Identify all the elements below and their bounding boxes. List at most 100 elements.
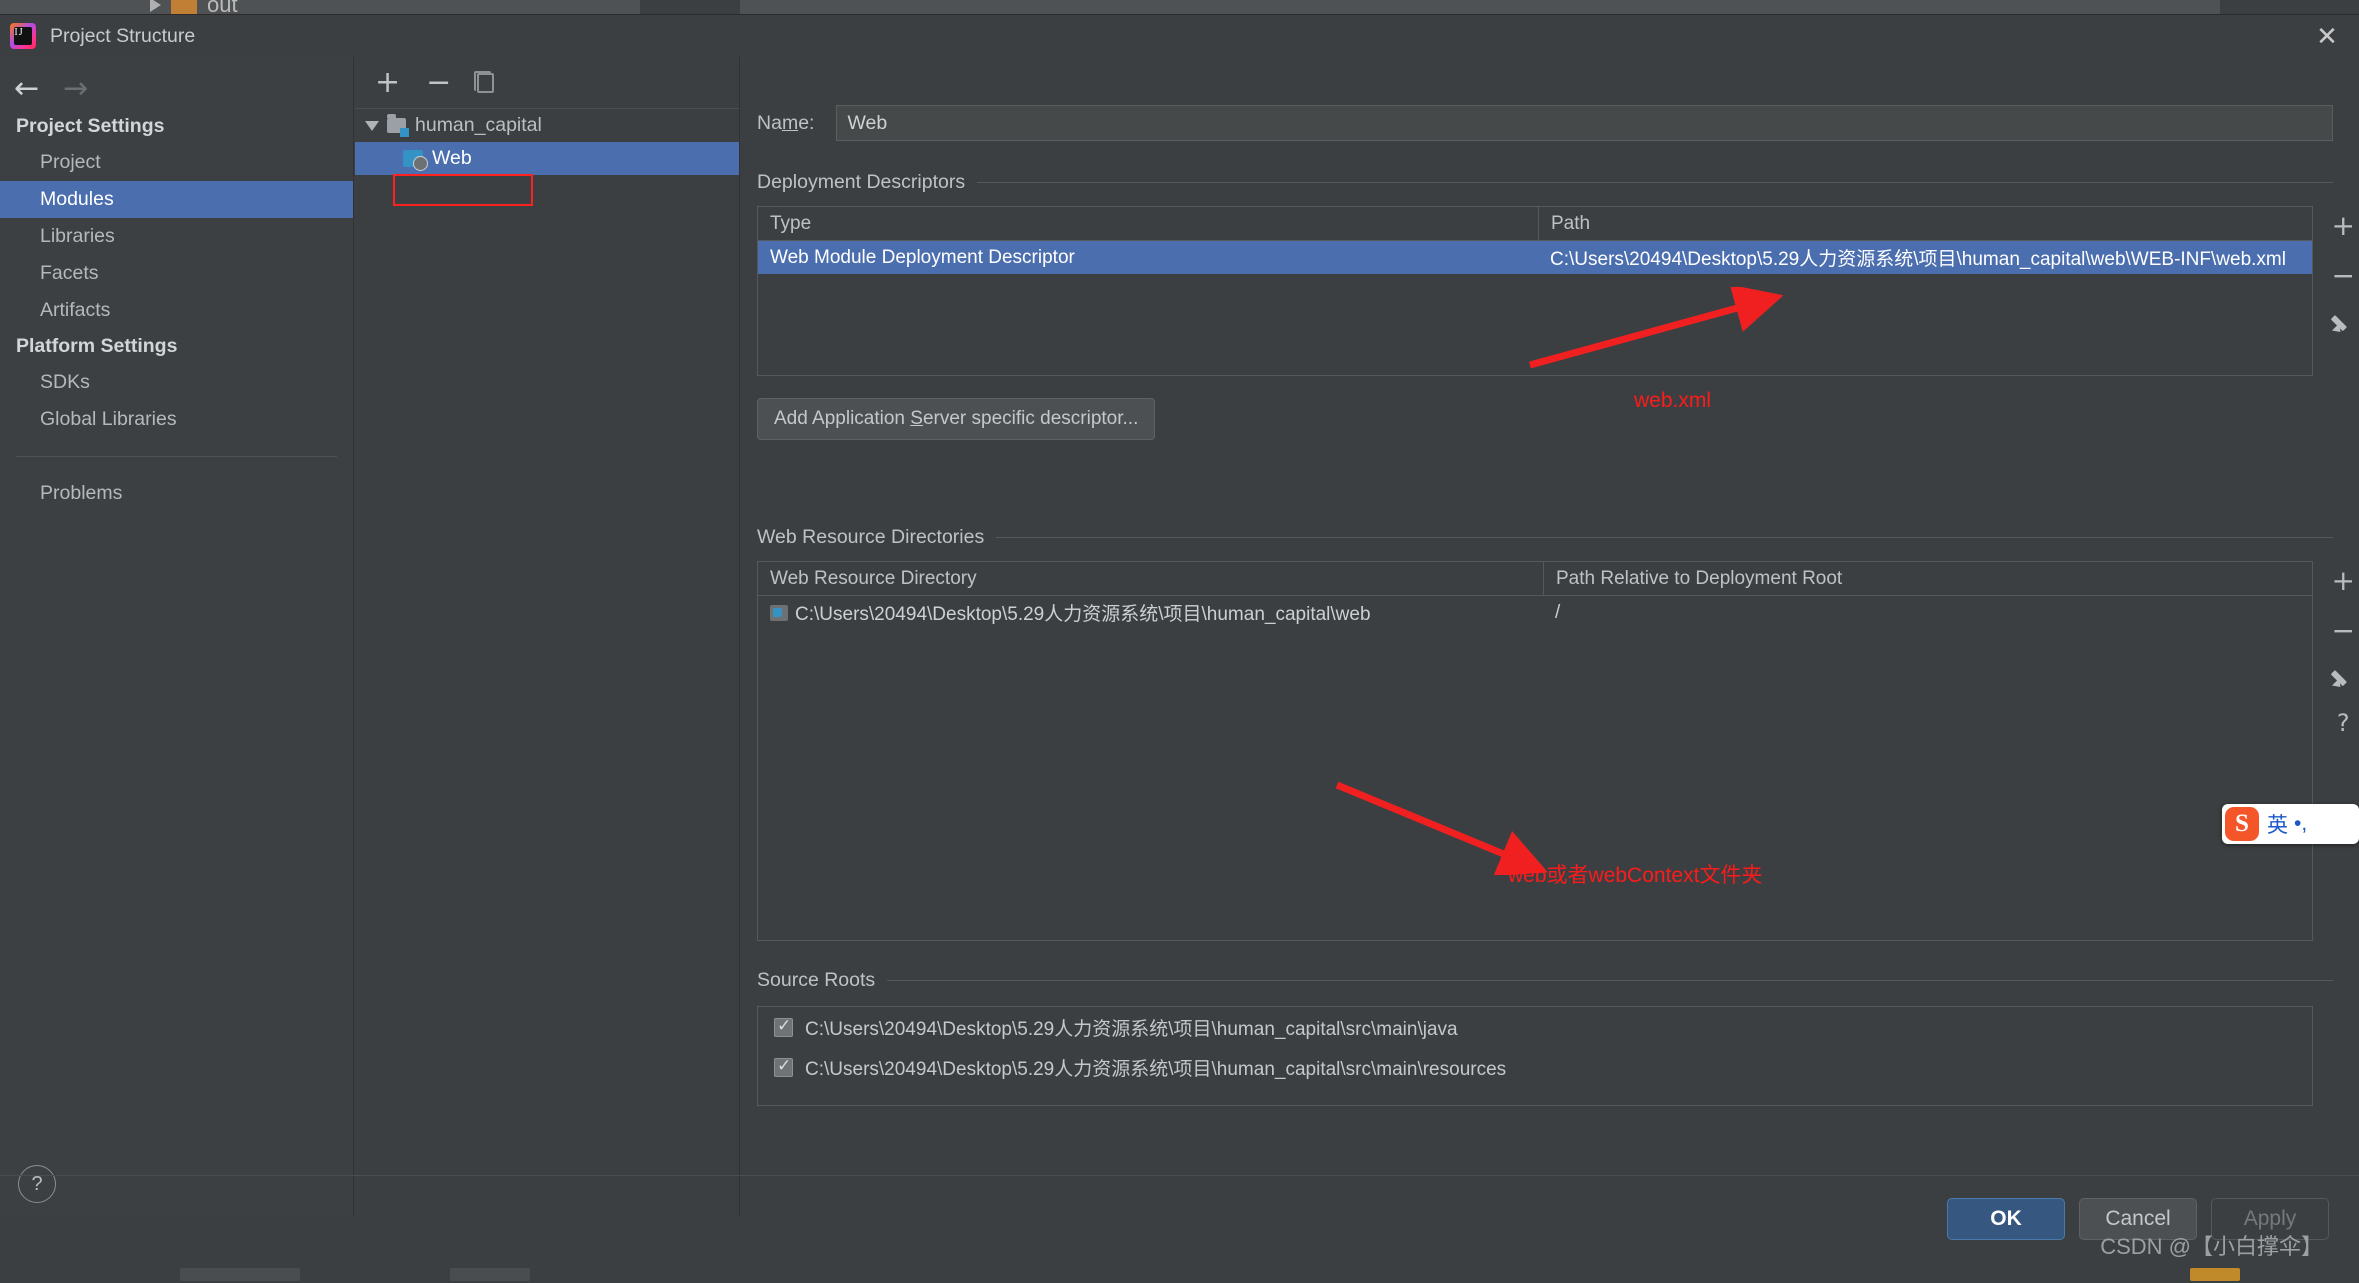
deployment-descriptors-section: Deployment Descriptors Type Path Web Mod… <box>757 171 2359 440</box>
collapse-triangle-icon[interactable] <box>365 120 379 131</box>
cell-directory-text: C:\Users\20494\Desktop\5.29人力资源系统\项目\hum… <box>795 604 1371 625</box>
tree-node-label: Web <box>432 147 472 169</box>
tree-node-web[interactable]: Web <box>355 142 739 175</box>
cell-relative-path: / <box>1555 601 1561 623</box>
copy-icon <box>474 70 495 93</box>
column-header-path[interactable]: Path <box>1538 207 2312 240</box>
source-roots-list: C:\Users\20494\Desktop\5.29人力资源系统\项目\hum… <box>757 1006 2313 1106</box>
ide-status-chip-highlight <box>2190 1268 2240 1281</box>
forward-arrow-icon[interactable]: → <box>63 74 88 104</box>
add-app-server-descriptor-button[interactable]: Add Application Server specific descript… <box>757 398 1156 440</box>
annotation-label-webcontext: web或者webContext文件夹 <box>1508 864 1763 887</box>
ide-background-bottom <box>0 1265 2359 1283</box>
sogou-input-mode[interactable]: 英 <box>2267 809 2288 839</box>
sidebar-item-artifacts[interactable]: Artifacts <box>0 292 353 329</box>
deployment-descriptors-side-controls: + − <box>2332 212 2355 334</box>
section-divider <box>977 182 2333 183</box>
section-title: Deployment Descriptors <box>757 171 966 193</box>
module-settings-panel: Name: Deployment Descriptors Type Path <box>741 57 2359 1217</box>
source-roots-title-row: Source Roots <box>757 969 2359 992</box>
help-question-icon[interactable]: ? <box>2337 711 2350 735</box>
intellij-logo-icon: IJ <box>10 23 36 49</box>
sidebar-item-libraries[interactable]: Libraries <box>0 218 353 255</box>
ok-button[interactable]: OK <box>1947 1198 2065 1240</box>
sidebar-item-problems[interactable]: Problems <box>0 475 353 512</box>
add-module-button[interactable]: + <box>375 67 400 98</box>
table-row[interactable]: Web Module Deployment Descriptor C:\User… <box>758 241 2312 274</box>
dialog-body: ← → Project Settings Project Modules Lib… <box>0 57 2359 1217</box>
sogou-logo-icon: S <box>2225 807 2259 841</box>
edit-pencil-icon[interactable] <box>2332 312 2354 334</box>
module-tree-panel: + − human_capital Web <box>355 57 740 1217</box>
module-tree-toolbar: + − <box>355 57 739 109</box>
dialog-title: Project Structure <box>50 24 196 47</box>
ide-status-chip <box>180 1268 300 1281</box>
table-row[interactable]: C:\Users\20494\Desktop\5.29人力资源系统\项目\hum… <box>758 596 2312 629</box>
deployment-descriptors-title-row: Deployment Descriptors <box>757 171 2359 194</box>
sogou-ime-widget[interactable]: S 英 •, <box>2222 804 2359 844</box>
column-header-path-relative[interactable]: Path Relative to Deployment Root <box>1543 562 2312 595</box>
name-row: Name: <box>741 57 2359 141</box>
annotation-label-webxml: web.xml <box>1634 389 1712 412</box>
source-root-path: C:\Users\20494\Desktop\5.29人力资源系统\项目\hum… <box>805 1058 1507 1080</box>
watermark-text: CSDN @【小白撑伞】 <box>2100 1234 2323 1259</box>
screen-root: out IJ Project Structure ✕ ← → Project S… <box>0 0 2359 1283</box>
copy-module-button[interactable] <box>474 70 495 93</box>
table-header-row: Type Path <box>758 207 2312 241</box>
sidebar-item-sdks[interactable]: SDKs <box>0 364 353 401</box>
deployment-descriptors-table: Type Path Web Module Deployment Descript… <box>757 206 2313 376</box>
expand-triangle-icon[interactable] <box>150 0 161 12</box>
close-icon[interactable]: ✕ <box>2313 23 2341 51</box>
tree-node-human-capital[interactable]: human_capital <box>355 109 739 142</box>
tree-node-label: human_capital <box>415 114 542 136</box>
remove-descriptor-button[interactable]: − <box>2332 262 2355 290</box>
section-divider <box>996 537 2333 538</box>
module-icon <box>387 114 409 137</box>
sidebar-item-facets[interactable]: Facets <box>0 255 353 292</box>
cell-path: C:\Users\20494\Desktop\5.29人力资源系统\项目\hum… <box>1550 249 2286 270</box>
directory-icon <box>770 604 788 621</box>
sidebar-item-modules[interactable]: Modules <box>0 181 353 218</box>
project-structure-dialog: IJ Project Structure ✕ ← → Project Setti… <box>0 14 2359 1265</box>
settings-sidebar: ← → Project Settings Project Modules Lib… <box>0 57 354 1217</box>
ide-tab-strip-mid <box>640 0 740 14</box>
table-header-row: Web Resource Directory Path Relative to … <box>758 562 2312 596</box>
cell-type: Web Module Deployment Descriptor <box>770 246 1075 268</box>
sidebar-item-project[interactable]: Project <box>0 144 353 181</box>
ide-tab-strip-left <box>0 0 660 14</box>
source-roots-section: Source Roots C:\Users\20494\Desktop\5.29… <box>757 969 2359 1106</box>
dialog-titlebar: IJ Project Structure ✕ <box>0 15 2359 57</box>
ide-status-chip <box>450 1268 530 1281</box>
module-name-input[interactable] <box>836 105 2333 141</box>
add-web-resource-button[interactable]: + <box>2332 567 2355 595</box>
dialog-footer: OK Cancel Apply CSDN @【小白撑伞】 <box>0 1175 2359 1265</box>
remove-web-resource-button[interactable]: − <box>2332 617 2355 645</box>
cell-directory: C:\Users\20494\Desktop\5.29人力资源系统\项目\hum… <box>758 596 1543 629</box>
folder-icon <box>171 0 197 15</box>
sidebar-divider <box>16 456 337 457</box>
ide-tab-strip-right <box>740 0 2220 14</box>
column-header-web-resource-directory[interactable]: Web Resource Directory <box>758 562 1543 595</box>
add-descriptor-button[interactable]: + <box>2332 212 2355 240</box>
section-title: Web Resource Directories <box>757 526 985 548</box>
sogou-punctuation-toggle[interactable]: •, <box>2294 812 2307 836</box>
sidebar-group-heading-platform-settings: Platform Settings <box>16 335 178 357</box>
web-resource-side-controls: + − ? <box>2332 567 2355 736</box>
source-root-checkbox[interactable] <box>774 1056 793 1077</box>
name-label: Name: <box>757 111 815 134</box>
web-resource-directories-title-row: Web Resource Directories <box>757 526 2359 549</box>
list-item[interactable]: C:\Users\20494\Desktop\5.29人力资源系统\项目\hum… <box>758 1007 2312 1047</box>
sidebar-nav-arrows: ← → <box>0 57 353 109</box>
remove-module-button[interactable]: − <box>426 67 451 98</box>
back-arrow-icon[interactable]: ← <box>14 74 39 104</box>
source-root-path: C:\Users\20494\Desktop\5.29人力资源系统\项目\hum… <box>805 1018 1458 1040</box>
sidebar-group-heading-project-settings: Project Settings <box>16 115 165 137</box>
web-facet-icon <box>403 150 428 171</box>
sidebar-item-global-libraries[interactable]: Global Libraries <box>0 401 353 438</box>
column-header-type[interactable]: Type <box>758 207 1538 240</box>
list-item[interactable]: C:\Users\20494\Desktop\5.29人力资源系统\项目\hum… <box>758 1047 2312 1087</box>
edit-pencil-icon[interactable] <box>2332 667 2354 689</box>
section-title: Source Roots <box>757 969 876 991</box>
source-root-checkbox[interactable] <box>774 1016 793 1037</box>
section-divider <box>887 980 2333 981</box>
